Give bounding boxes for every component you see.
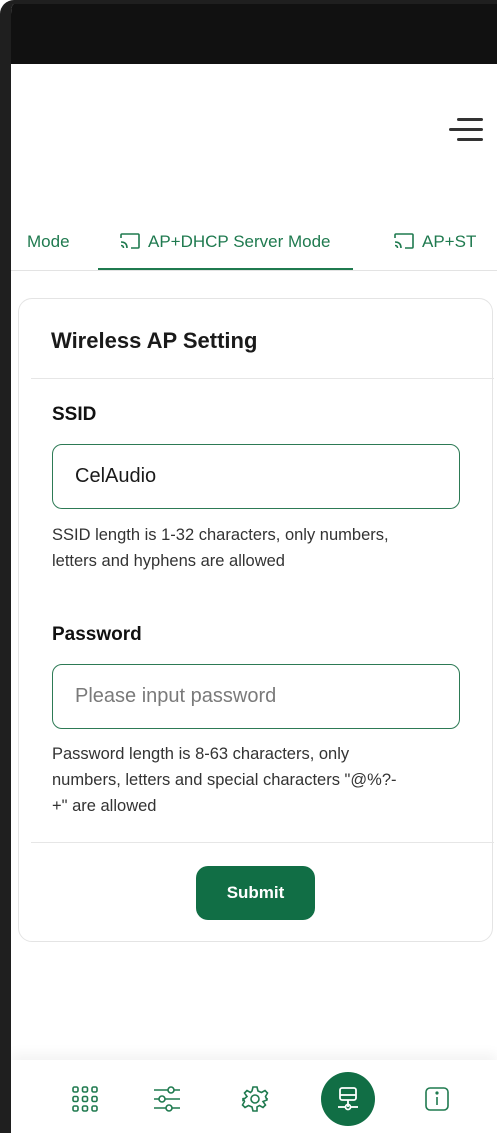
ssid-input[interactable]: CelAudio bbox=[52, 444, 460, 509]
grid-icon bbox=[72, 1086, 98, 1112]
wireless-ap-card bbox=[18, 298, 493, 942]
ssid-label: SSID bbox=[52, 404, 97, 425]
submit-button[interactable]: Submit bbox=[196, 866, 315, 920]
tab-label: AP+DHCP Server Mode bbox=[148, 232, 331, 251]
tab-label: Mode bbox=[27, 232, 70, 251]
nav-sliders[interactable] bbox=[140, 1072, 194, 1126]
hint-line: letters and hyphens are allowed bbox=[52, 552, 285, 570]
status-bar bbox=[11, 4, 497, 64]
password-input[interactable]: Please input password bbox=[52, 664, 460, 729]
hint-line: +" are allowed bbox=[52, 797, 157, 815]
nav-grid[interactable] bbox=[58, 1072, 112, 1126]
bottom-nav bbox=[11, 1060, 497, 1133]
password-hint: Password length is 8-63 characters, only… bbox=[52, 741, 452, 819]
divider bbox=[31, 378, 494, 379]
tab-ap-dhcp-server-mode[interactable]: AP+DHCP Server Mode bbox=[98, 226, 352, 270]
divider bbox=[31, 842, 494, 843]
app-frame: Mode AP+DHCP Server Mode AP+ST Wireless … bbox=[0, 0, 497, 1133]
nav-network[interactable] bbox=[321, 1072, 375, 1126]
hint-line: SSID length is 1-32 characters, only num… bbox=[52, 526, 389, 544]
tab-mode[interactable]: Mode bbox=[27, 226, 70, 270]
mode-tabs: Mode AP+DHCP Server Mode AP+ST bbox=[11, 226, 497, 271]
cast-icon bbox=[394, 233, 414, 249]
nav-info[interactable] bbox=[410, 1072, 464, 1126]
card-title: Wireless AP Setting bbox=[51, 328, 258, 353]
hint-line: Password length is 8-63 characters, only bbox=[52, 745, 350, 763]
network-icon bbox=[338, 1087, 358, 1111]
sliders-icon bbox=[154, 1086, 180, 1112]
info-icon bbox=[425, 1087, 449, 1111]
nav-settings[interactable] bbox=[228, 1072, 282, 1126]
tab-ap-sta[interactable]: AP+ST bbox=[394, 226, 476, 270]
menu-icon[interactable] bbox=[449, 116, 483, 144]
gear-icon bbox=[241, 1086, 269, 1112]
cast-icon bbox=[120, 233, 140, 249]
tab-label: AP+ST bbox=[422, 232, 477, 251]
password-label: Password bbox=[52, 624, 142, 645]
hint-line: numbers, letters and special characters … bbox=[52, 771, 397, 789]
ssid-hint: SSID length is 1-32 characters, only num… bbox=[52, 522, 452, 574]
